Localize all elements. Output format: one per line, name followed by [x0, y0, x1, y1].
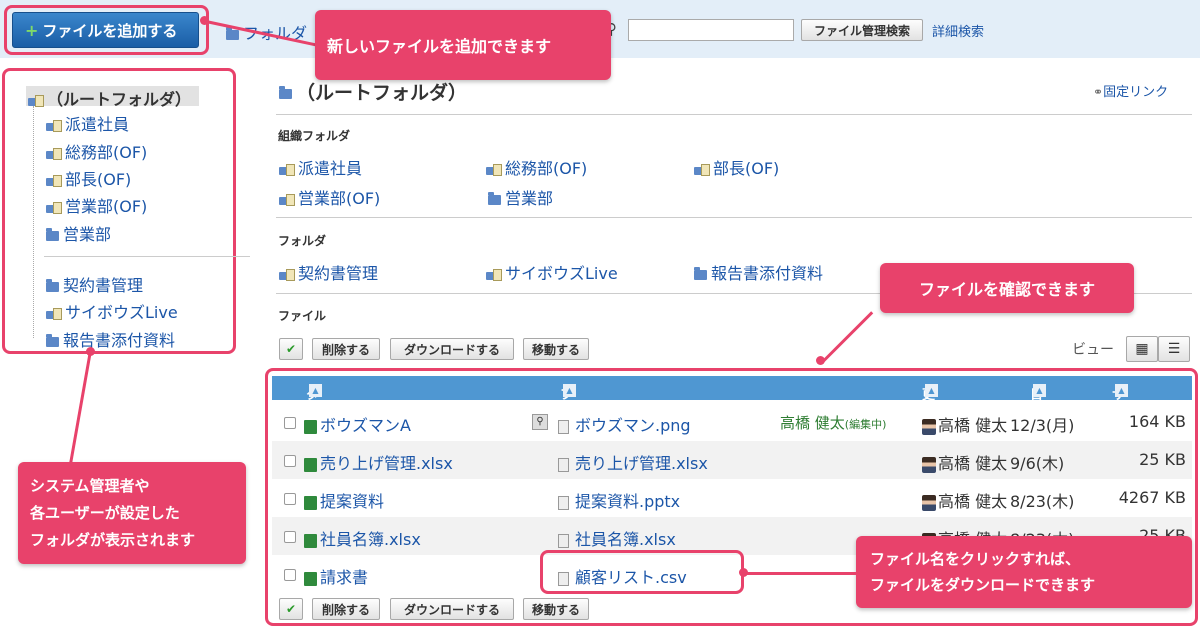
- root-folder-icon: [28, 94, 44, 107]
- list-view-button[interactable]: ☰: [1158, 336, 1190, 362]
- org-folder-icon: [279, 193, 295, 206]
- org-folder-icon: [46, 147, 62, 160]
- folder-icon: [226, 26, 239, 40]
- folders-label: フォルダ: [278, 234, 327, 248]
- folder-icon: [694, 266, 707, 280]
- list-icon: ☰: [1167, 341, 1181, 357]
- download-button[interactable]: ダウンロードする: [390, 338, 514, 360]
- sidebar-item-soumu[interactable]: 総務部(OF): [46, 139, 147, 163]
- folder-keiyaku[interactable]: 契約書管理: [279, 260, 378, 284]
- org-folder-eigyou-of[interactable]: 営業部(OF): [279, 185, 380, 209]
- grid-view-button[interactable]: ▦: [1126, 336, 1158, 362]
- delete-button[interactable]: 削除する: [312, 338, 380, 360]
- sidebar-item-keiyaku[interactable]: 契約書管理: [46, 272, 143, 296]
- org-folder-icon: [46, 201, 62, 214]
- sidebar-item-buchou[interactable]: 部長(OF): [46, 166, 131, 190]
- org-folder-icon: [46, 307, 62, 320]
- sidebar-item-cybozu-live[interactable]: サイボウズLive: [46, 299, 178, 323]
- org-folders-label: 組織フォルダ: [278, 129, 351, 143]
- callout-dot: [200, 16, 209, 25]
- folder-icon: [279, 85, 292, 99]
- advanced-search-link[interactable]: 詳細検索: [932, 21, 984, 40]
- search-input[interactable]: [628, 19, 794, 41]
- link-icon: ⚭: [1093, 85, 1104, 99]
- org-folder-icon: [279, 163, 295, 176]
- tree-line: [33, 106, 34, 338]
- org-folder-buchou[interactable]: 部長(OF): [694, 155, 779, 179]
- folder-icon: [46, 278, 59, 292]
- callout-dot: [816, 356, 825, 365]
- callout-connector: [69, 353, 92, 465]
- folder-houkoku[interactable]: 報告書添付資料: [694, 260, 823, 284]
- page-title: （ルートフォルダ）: [279, 78, 467, 105]
- folder-icon: [488, 191, 501, 205]
- callout-folders: システム管理者や 各ユーザーが設定した フォルダが表示されます: [18, 462, 246, 564]
- divider: [276, 114, 1192, 115]
- file-link-highlight: [540, 550, 744, 594]
- callout-add-file: 新しいファイルを追加できます: [315, 10, 611, 80]
- sidebar-item-houkoku[interactable]: 報告書添付資料: [46, 327, 175, 351]
- folder-icon: [46, 227, 59, 241]
- permalink-link[interactable]: ⚭固定リンク: [1093, 81, 1168, 100]
- divider: [276, 217, 1192, 218]
- folder-cybozu-live[interactable]: サイボウズLive: [486, 260, 618, 284]
- file-search-button[interactable]: ファイル管理検索: [801, 19, 923, 41]
- callout-connector: [820, 311, 874, 364]
- check-icon: ✔: [285, 342, 297, 356]
- org-folder-eigyou[interactable]: 営業部: [488, 185, 553, 209]
- sidebar-item-eigyou-of[interactable]: 営業部(OF): [46, 193, 147, 217]
- select-all-button[interactable]: ✔: [279, 338, 303, 360]
- callout-view-files: ファイルを確認できます: [880, 263, 1134, 313]
- grid-icon: ▦: [1135, 341, 1149, 357]
- org-folder-icon: [46, 119, 62, 132]
- callout-download: ファイル名をクリックすれば、 ファイルをダウンロードできます: [856, 536, 1192, 608]
- org-folder-haken[interactable]: 派遣社員: [279, 155, 362, 179]
- folder-icon: [46, 333, 59, 347]
- sidebar-item-eigyou[interactable]: 営業部: [46, 221, 111, 245]
- sidebar-root-folder[interactable]: （ルートフォルダ）: [26, 86, 200, 109]
- org-folder-soumu[interactable]: 総務部(OF): [486, 155, 587, 179]
- callout-connector: [744, 572, 858, 575]
- move-button[interactable]: 移動する: [523, 338, 589, 360]
- org-folder-icon: [694, 163, 710, 176]
- sidebar-divider: [44, 256, 250, 257]
- files-label: ファイル: [278, 309, 327, 323]
- callout-dot: [739, 568, 748, 577]
- org-folder-icon: [46, 174, 62, 187]
- view-label: ビュー: [1072, 342, 1114, 358]
- sidebar-item-haken[interactable]: 派遣社員: [46, 111, 129, 135]
- org-folder-icon: [279, 268, 295, 281]
- add-file-highlight: [4, 5, 209, 55]
- org-folder-icon: [486, 268, 502, 281]
- org-folder-icon: [486, 163, 502, 176]
